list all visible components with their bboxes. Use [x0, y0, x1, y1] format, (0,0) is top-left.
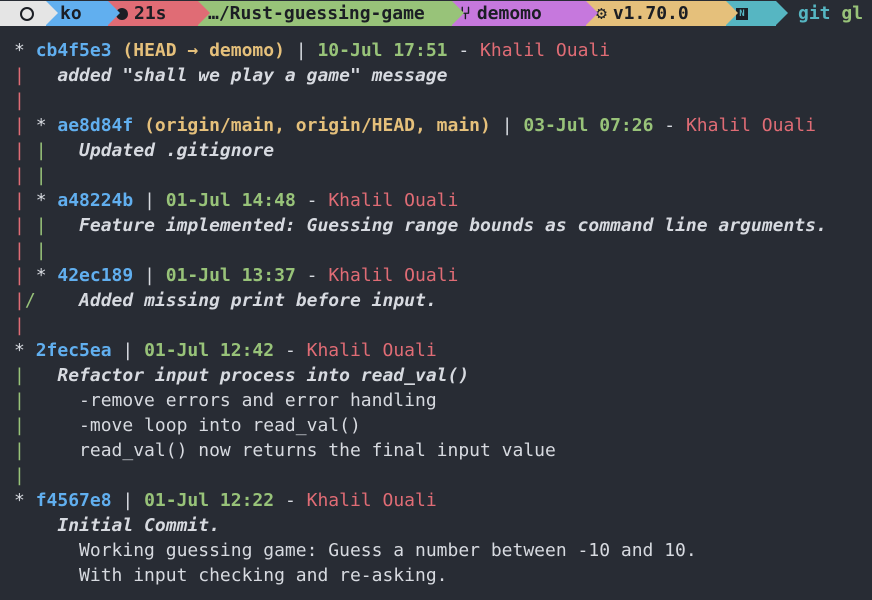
log-line: | * 42ec189 | 01-Jul 13:37 - Khalil Oual…: [14, 265, 459, 286]
commit-date: 01-Jul 12:22: [144, 490, 275, 511]
commit-hash[interactable]: 2fec5ea: [36, 340, 112, 361]
commit-hash[interactable]: a48224b: [57, 190, 133, 211]
log-line: |/ Added missing print before input.: [14, 290, 437, 311]
os-logo-icon: [20, 6, 34, 21]
commit-date: 01-Jul 12:42: [144, 340, 275, 361]
commit-subject: added "shall we play a game" message: [57, 65, 448, 86]
commit-hash[interactable]: ae8d84f: [57, 115, 133, 136]
prompt-duration: 21s: [134, 3, 167, 24]
log-line: With input checking and re-asking.: [14, 563, 827, 588]
commit-date: 01-Jul 14:48: [165, 190, 296, 211]
command-arg: gl: [841, 3, 864, 24]
command-git: git: [798, 3, 831, 24]
log-line: | added "shall we play a game" message: [14, 65, 448, 86]
commit-author: Khalil Ouali: [480, 40, 611, 61]
log-line: |: [14, 465, 25, 486]
commit-author: Khalil Ouali: [328, 190, 459, 211]
commit-author: Khalil Ouali: [306, 340, 437, 361]
commit-author: Khalil Ouali: [306, 490, 437, 511]
log-line: | Refactor input process into read_val(): [14, 365, 470, 386]
commit-subject: Added missing print before input.: [79, 290, 437, 311]
log-line: |: [14, 90, 25, 111]
prompt-directory: …/Rust-guessing-game: [208, 3, 425, 24]
prompt-rust-version: v1.70.0: [612, 3, 689, 24]
commit-body-line: -move loop into read_val(): [79, 415, 361, 436]
commit-date: 01-Jul 13:37: [165, 265, 296, 286]
log-line: Initial Commit.: [14, 513, 827, 538]
commit-subject: Initial Commit.: [57, 515, 220, 536]
prompt-segment-duration: 21s: [108, 1, 210, 26]
commit-refs: (HEAD → demomo): [122, 40, 285, 61]
commit-author: Khalil Ouali: [685, 115, 816, 136]
commit-hash[interactable]: cb4f5e3: [36, 40, 112, 61]
commit-hash[interactable]: f4567e8: [36, 490, 112, 511]
log-line: | |: [14, 165, 47, 186]
commit-subject: Feature implemented: Guessing range boun…: [79, 215, 827, 236]
commit-body-line: Working guessing game: Guess a number be…: [79, 540, 697, 561]
prompt-segment-rust: ⚙ v1.70.0: [586, 1, 738, 26]
log-line: |: [14, 315, 25, 336]
commit-refs: (origin/main, origin/HEAD, main): [144, 115, 491, 136]
command-input[interactable]: git gl: [798, 3, 863, 24]
log-line: | -move loop into read_val(): [14, 415, 361, 436]
git-log-output: * cb4f5e3 (HEAD → demomo) | 10-Jul 17:51…: [14, 38, 827, 588]
commit-subject: Refactor input process into read_val(): [57, 365, 470, 386]
prompt-user: ko: [60, 3, 82, 24]
commit-hash[interactable]: 42ec189: [57, 265, 133, 286]
log-line: | * ae8d84f (origin/main, origin/HEAD, m…: [14, 115, 816, 136]
log-line: | -remove errors and error handling: [14, 390, 437, 411]
log-line: | read_val() now returns the final input…: [14, 440, 556, 461]
commit-date: 10-Jul 17:51: [317, 40, 448, 61]
shell-prompt: ko 21s …/Rust-guessing-game ⑂ demomo ⚙ v…: [0, 1, 872, 26]
log-line: Working guessing game: Guess a number be…: [14, 538, 827, 563]
commit-body-line: -remove errors and error handling: [79, 390, 437, 411]
commit-author: Khalil Ouali: [328, 265, 459, 286]
commit-date: 03-Jul 07:26: [523, 115, 654, 136]
prompt-branch: demomo: [476, 3, 542, 24]
log-line: * cb4f5e3 (HEAD → demomo) | 10-Jul 17:51…: [14, 40, 611, 61]
log-line: | | Feature implemented: Guessing range …: [14, 215, 827, 236]
log-line: | * a48224b | 01-Jul 14:48 - Khalil Oual…: [14, 190, 459, 211]
prompt-segment-branch: ⑂ demomo: [452, 1, 598, 26]
log-line: * f4567e8 | 01-Jul 12:22 - Khalil Ouali: [14, 490, 437, 511]
log-line: | | Updated .gitignore: [14, 140, 275, 161]
commit-subject: Updated .gitignore: [79, 140, 275, 161]
prompt-segment-os: [0, 1, 58, 26]
commit-body-line: With input checking and re-asking.: [79, 565, 448, 586]
log-line: | |: [14, 240, 47, 261]
commit-body-line: read_val() now returns the final input v…: [79, 440, 556, 461]
log-line: * 2fec5ea | 01-Jul 12:42 - Khalil Ouali: [14, 340, 437, 361]
prompt-segment-directory: …/Rust-guessing-game: [198, 1, 464, 26]
